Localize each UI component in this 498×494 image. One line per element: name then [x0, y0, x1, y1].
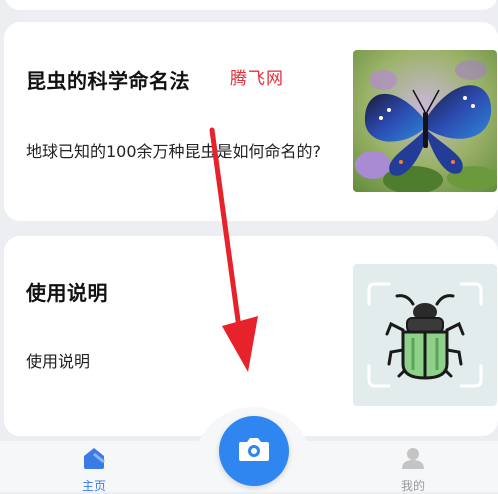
card-title: 昆虫的科学命名法 [26, 69, 190, 93]
previous-card-edge [4, 0, 498, 10]
home-icon [81, 448, 107, 474]
article-card-instructions[interactable]: 使用说明 使用说明 [4, 236, 498, 436]
article-card-naming[interactable]: 昆虫的科学命名法 地球已知的100余万种昆虫是如何命名的? [4, 22, 498, 221]
beetle-scan-icon [353, 264, 497, 406]
tab-me[interactable]: 我的 [383, 446, 443, 494]
camera-icon [237, 435, 271, 467]
camera-button[interactable] [219, 416, 289, 486]
card-description: 使用说明 [26, 352, 91, 371]
tab-label-home: 主页 [81, 479, 106, 493]
tab-home[interactable]: 主页 [64, 446, 124, 494]
butterfly-photo [353, 50, 497, 192]
card-description: 地球已知的100余万种昆虫是如何命名的? [26, 142, 322, 161]
user-icon [400, 448, 426, 474]
watermark-text: 腾飞网 [230, 69, 284, 89]
tab-label-me: 我的 [400, 479, 425, 493]
card-title: 使用说明 [26, 281, 108, 305]
